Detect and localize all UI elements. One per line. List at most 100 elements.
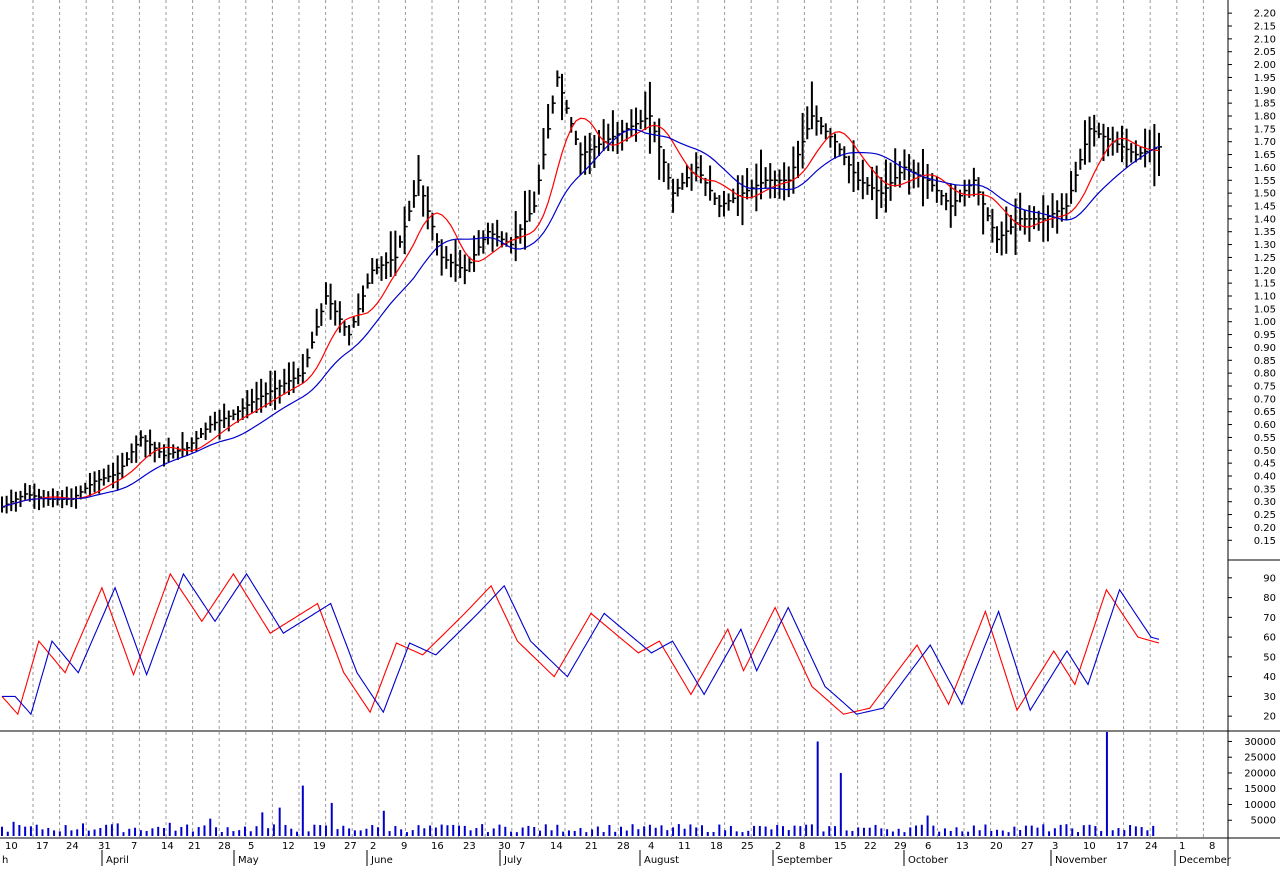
price-bar (491, 223, 496, 252)
x-day-label: 1 (1179, 841, 1185, 852)
price-bar (829, 128, 834, 148)
price-bar (639, 109, 644, 130)
price-bar (875, 165, 880, 220)
price-bar (810, 81, 815, 130)
stoch-tick-label: 40 (1263, 672, 1276, 683)
x-day-label: 25 (741, 841, 754, 852)
x-day-label: 23 (463, 841, 476, 852)
price-bar (815, 105, 820, 136)
price-bar (607, 123, 612, 152)
price-bar (1125, 128, 1130, 168)
price-bar (1051, 193, 1056, 228)
price-bar (88, 472, 93, 497)
price-bar (51, 488, 56, 508)
price-bar (338, 301, 343, 333)
price-bar (940, 189, 945, 206)
price-tick-label: 1.65 (1254, 150, 1276, 161)
price-bar (843, 146, 848, 166)
price-bar (523, 190, 528, 250)
price-bar (496, 219, 501, 247)
price-bar (278, 379, 283, 404)
x-day-label: 20 (990, 841, 1003, 852)
price-bar (847, 155, 852, 184)
price-ma-fast-line (1, 117, 1160, 508)
price-tick-label: 0.80 (1254, 369, 1276, 380)
price-bar (755, 163, 760, 212)
price-bar (1130, 143, 1135, 163)
price-bar (792, 146, 797, 194)
x-month-label: May (238, 855, 259, 866)
x-day-label: 5 (248, 841, 254, 852)
price-tick-label: 1.55 (1254, 176, 1276, 187)
price-bar (19, 490, 24, 508)
price-bar (648, 81, 653, 154)
price-bar (426, 186, 431, 230)
x-day-label: 11 (678, 841, 691, 852)
price-bar (972, 167, 977, 197)
price-bar (986, 207, 991, 222)
price-bar (797, 140, 802, 179)
price-bar (1070, 171, 1075, 204)
x-day-label: 7 (131, 841, 137, 852)
price-bar (783, 162, 788, 201)
price-tick-label: 1.25 (1254, 253, 1276, 264)
price-bar (380, 256, 385, 281)
price-bar (533, 191, 538, 213)
price-bar (528, 189, 533, 222)
x-month-label: October (908, 855, 949, 866)
price-bar (542, 128, 547, 170)
price-bar (602, 119, 607, 152)
price-tick-label: 1.95 (1254, 73, 1276, 84)
price-bar (1148, 129, 1153, 163)
price-bar (135, 435, 140, 463)
price-bar (1153, 124, 1158, 187)
price-bar (676, 178, 681, 197)
stock-chart: 0.15 0.20 0.25 0.30 0.35 0.40 0.45 0.50 0.55 0.60… (0, 0, 1280, 866)
price-bar (158, 442, 163, 459)
price-bar (662, 149, 667, 183)
x-day-label: 16 (431, 841, 444, 852)
price-bar (579, 142, 584, 175)
price-bar (621, 119, 626, 151)
price-bar (440, 239, 445, 276)
price-bar (250, 388, 255, 413)
price-bar (857, 161, 862, 191)
price-tick-label: 0.85 (1254, 356, 1276, 367)
stoch-tick-label: 70 (1263, 613, 1276, 624)
price-bar (1097, 122, 1102, 139)
x-day-label: 19 (313, 841, 326, 852)
price-bar (1060, 193, 1065, 222)
price-bar (861, 159, 866, 200)
x-day-label: 24 (66, 841, 79, 852)
price-bar (65, 486, 70, 506)
price-tick-label: 0.70 (1254, 394, 1276, 405)
price-bar (223, 403, 228, 429)
price-bar (463, 254, 468, 285)
price-tick-label: 0.40 (1254, 472, 1276, 483)
price-bar (681, 172, 686, 190)
x-day-label: 10 (5, 841, 18, 852)
price-tick-label: 1.05 (1254, 304, 1276, 315)
price-bar (144, 435, 149, 458)
x-day-label: 9 (401, 841, 407, 852)
price-bar (75, 486, 80, 509)
price-tick-label: 0.90 (1254, 343, 1276, 354)
price-bar (33, 483, 38, 509)
price-tick-label: 1.80 (1254, 112, 1276, 123)
price-bar (746, 168, 751, 200)
price-bar (315, 308, 320, 336)
price-bar (311, 331, 316, 349)
price-bar (121, 452, 126, 479)
price-bar (112, 462, 117, 489)
chart-canvas: 0.15 0.20 0.25 0.30 0.350.40 0.45 0.50 0.55 0.60… (0, 0, 1280, 866)
price-bar (107, 464, 112, 483)
price-bar (1158, 132, 1162, 177)
price-bar (209, 415, 214, 433)
price-bar (672, 178, 677, 213)
price-tick-label: 1.00 (1254, 317, 1276, 328)
price-bar (1107, 127, 1112, 157)
price-bar (574, 130, 579, 146)
price-bar (820, 116, 825, 135)
price-bar (389, 231, 394, 277)
x-day-label: 15 (834, 841, 847, 852)
